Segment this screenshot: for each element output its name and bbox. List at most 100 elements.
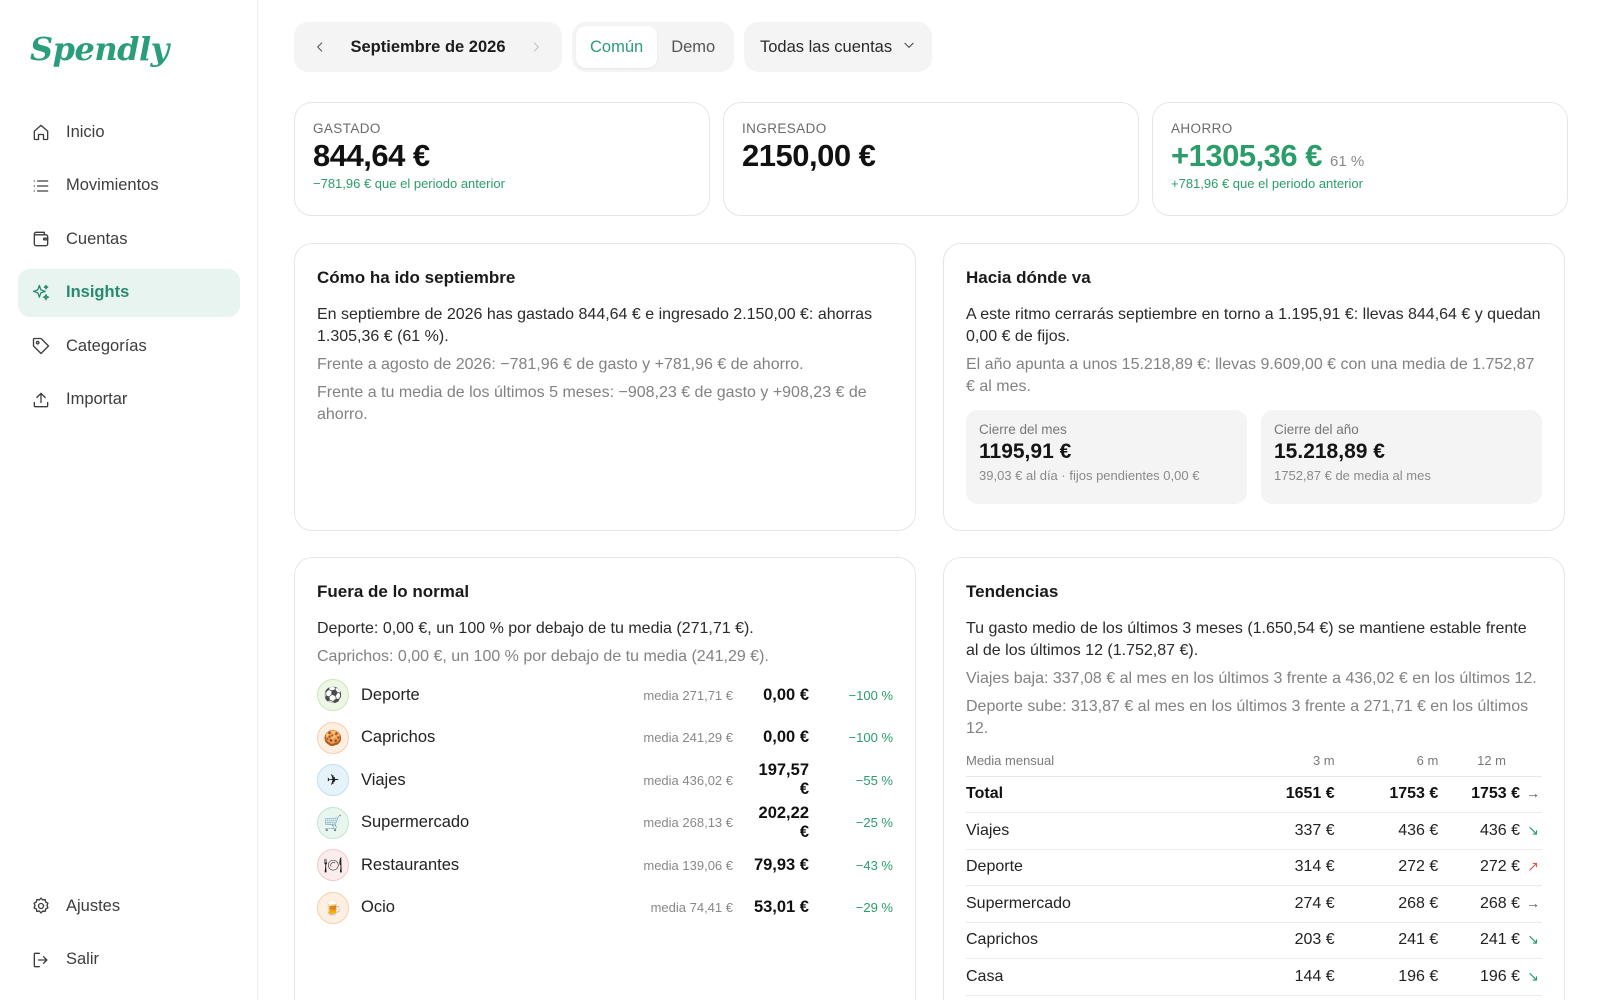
category-amount: 79,93 € (753, 855, 809, 874)
outliers-secondary: Caprichos: 0,00 €, un 100 % por debajo d… (317, 648, 769, 665)
row-category: Total (966, 776, 1231, 813)
list-item[interactable]: 🍺 Ocio media 74,41 € 53,01 € −29 % (317, 887, 893, 930)
category-icon: 🍽 (317, 849, 349, 882)
stat-label: AHORRO (1171, 121, 1233, 136)
row-avg-12m: 272 € (1479, 858, 1520, 876)
stat-card-spent: GASTADO 844,64 € −781,96 € que el period… (294, 102, 710, 216)
home-icon (30, 121, 52, 143)
category-icon: 🍺 (317, 891, 349, 924)
sidebar-item-importar[interactable]: Importar (18, 376, 240, 424)
sidebar-item-label: Insights (66, 283, 130, 301)
app-logo[interactable]: Spendly (30, 30, 169, 68)
chevron-left-icon[interactable] (310, 37, 330, 57)
chevron-right-icon[interactable] (526, 37, 546, 57)
category-average: media 271,71 € (643, 687, 733, 703)
category-name: Deporte (361, 685, 420, 704)
category-delta: −25 % (855, 815, 893, 831)
row-avg-12m-cell: 272 € ↗ (1438, 849, 1542, 886)
month-close-card: Cierre del mes 1195,91 € 39,03 € al día … (966, 410, 1247, 504)
stat-comparison: +781,96 € que el periodo anterior (1171, 176, 1363, 191)
current-month[interactable]: Septiembre de 2026 (351, 38, 506, 57)
row-avg-12m-cell: 268 € → (1438, 885, 1542, 923)
row-avg-3m: 144 € (1230, 958, 1335, 996)
category-average: media 241,29 € (643, 730, 733, 746)
savings-amount: +1305,36 € (1171, 138, 1323, 173)
table-row[interactable]: Caprichos 203 €241 €241 € ↘ (966, 922, 1542, 959)
category-delta: −55 % (855, 772, 893, 788)
sidebar-item-label: Categorías (66, 336, 147, 355)
panel-title: Cómo ha ido septiembre (317, 268, 516, 287)
category-name: Ocio (361, 898, 395, 917)
sidebar-item-label: Importar (66, 390, 128, 408)
category-average: media 436,02 € (643, 772, 733, 788)
sidebar-item-inicio[interactable]: Inicio (18, 108, 240, 156)
row-avg-12m: 196 € (1479, 967, 1520, 985)
list-item[interactable]: 🍽 Restaurantes media 139,06 € 79,93 € −43 % (317, 844, 893, 887)
stat-label: GASTADO (313, 121, 381, 136)
account-filter-dropdown[interactable]: Todas las cuentas (744, 22, 932, 72)
month-close-label: Cierre del mes (979, 422, 1067, 437)
sidebar: Spendly Inicio Movimientos Cuentas Insig… (0, 0, 258, 1000)
year-close-card: Cierre del año 15.218,89 € 1752,87 € de … (1261, 410, 1542, 504)
forecast-panel: Hacia dónde va A este ritmo cerrarás sep… (943, 243, 1565, 531)
scope-toggle: Común Demo (572, 22, 734, 72)
summary-vs-average: Frente a tu media de los últimos 5 meses… (317, 384, 867, 423)
row-avg-12m-cell: 241 € ↘ (1438, 922, 1542, 959)
table-row[interactable]: Total 1651 €1753 €1753 € → (966, 776, 1542, 813)
table-row[interactable]: Deporte 314 €272 €272 € ↗ (966, 849, 1542, 886)
row-avg-6m: 272 € (1334, 849, 1439, 886)
category-amount: 53,01 € (753, 898, 809, 917)
category-icon: 🛒 (317, 806, 349, 839)
row-avg-6m: 436 € (1334, 812, 1439, 850)
sidebar-item-salir[interactable]: Salir (18, 936, 240, 984)
secondary-nav: Ajustes Salir (18, 882, 240, 989)
outliers-list: ⚽ Deporte media 271,71 € 0,00 € −100 % 🍪 Capri… (317, 674, 893, 929)
row-category: Casa (966, 958, 1231, 996)
trend-arrow-icon: ↘ (1527, 967, 1539, 984)
sidebar-item-movimientos[interactable]: Movimientos (18, 162, 240, 210)
category-icon: ⚽ (317, 679, 349, 712)
list-item[interactable]: 🛒 Supermercado media 268,13 € 202,22 € −25 % (317, 802, 893, 845)
chevron-down-icon (902, 38, 916, 57)
trend-arrow-icon: ↗ (1527, 858, 1539, 875)
row-avg-12m: 241 € (1479, 931, 1520, 949)
table-row[interactable]: Supermercado 274 €268 €268 € → (966, 885, 1542, 923)
row-avg-3m: 203 € (1230, 922, 1335, 959)
sidebar-item-insights[interactable]: Insights (18, 268, 240, 317)
table-row[interactable]: Viajes 337 €436 €436 € ↘ (966, 812, 1542, 850)
category-average: media 74,41 € (650, 900, 733, 916)
category-average: media 268,13 € (643, 815, 733, 831)
row-avg-3m: 337 € (1230, 812, 1335, 850)
category-amount: 0,00 € (763, 685, 809, 704)
trends-table: Media mensual 3 m 6 m 12 m Total 1651 €17… (966, 746, 1542, 996)
stat-value: 844,64 € (313, 138, 430, 173)
row-avg-6m: 241 € (1334, 922, 1439, 959)
row-avg-6m: 1753 € (1334, 776, 1439, 813)
category-delta: −29 % (855, 900, 893, 916)
panel-title: Tendencias (966, 582, 1059, 601)
stat-value: 2150,00 € (742, 138, 876, 173)
tag-icon (30, 335, 52, 357)
category-icon: 🍪 (317, 721, 349, 754)
segment-comun[interactable]: Común (576, 26, 658, 68)
row-avg-6m: 196 € (1334, 958, 1439, 996)
year-close-label: Cierre del año (1274, 422, 1359, 437)
main-nav: Inicio Movimientos Cuentas Insights Cate… (18, 108, 240, 429)
row-avg-3m: 274 € (1230, 885, 1335, 923)
list-item[interactable]: ✈ Viajes media 436,02 € 197,57 € −55 % (317, 759, 893, 802)
table-row[interactable]: Casa 144 €196 €196 € ↘ (966, 958, 1542, 996)
category-icon: ✈ (317, 764, 349, 797)
list-item[interactable]: ⚽ Deporte media 271,71 € 0,00 € −100 % (317, 674, 893, 717)
category-name: Supermercado (361, 813, 470, 832)
segment-demo[interactable]: Demo (657, 26, 729, 68)
stat-card-income: INGRESADO 2150,00 € (723, 102, 1139, 216)
sidebar-item-categorias[interactable]: Categorías (18, 322, 240, 370)
sidebar-item-label: Movimientos (66, 176, 159, 194)
sidebar-item-ajustes[interactable]: Ajustes (18, 882, 240, 930)
panel-title: Fuera de lo normal (317, 582, 470, 601)
stat-comparison: −781,96 € que el periodo anterior (313, 176, 505, 191)
sidebar-item-cuentas[interactable]: Cuentas (18, 215, 240, 263)
list-item[interactable]: 🍪 Caprichos media 241,29 € 0,00 € −100 % (317, 717, 893, 760)
account-filter-label: Todas las cuentas (760, 37, 893, 56)
row-category: Supermercado (966, 885, 1231, 923)
